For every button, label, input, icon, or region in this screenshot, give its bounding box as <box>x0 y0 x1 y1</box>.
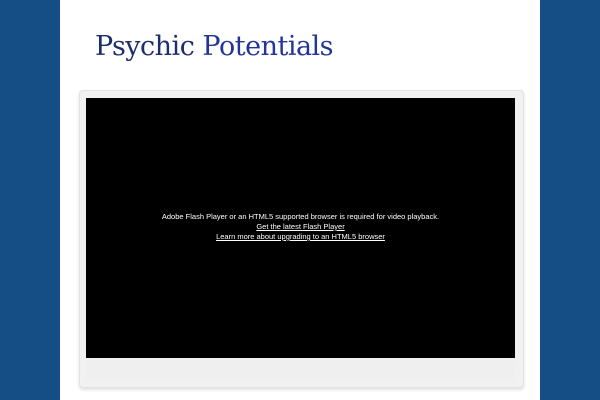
site-logo[interactable]: Psychic Potentials <box>95 29 334 65</box>
html5-browser-link[interactable]: Learn more about upgrading to an HTML5 b… <box>86 232 515 242</box>
player-requirement-text: Adobe Flash Player or an HTML5 supported… <box>161 212 440 221</box>
page-container: Psychic Potentials Adobe Flash Player or… <box>60 0 540 400</box>
site-header: Psychic Potentials <box>60 0 540 75</box>
video-frame-footer <box>86 361 515 381</box>
flash-player-link[interactable]: Get the latest Flash Player <box>86 222 515 232</box>
main-content: Adobe Flash Player or an HTML5 supported… <box>60 74 540 400</box>
site-title-word-1: Psychic <box>95 31 195 62</box>
video-frame: Adobe Flash Player or an HTML5 supported… <box>79 90 524 388</box>
video-player[interactable]: Adobe Flash Player or an HTML5 supported… <box>86 98 515 358</box>
site-title-word-2: Potentials <box>202 31 334 62</box>
player-fallback-message: Adobe Flash Player or an HTML5 supported… <box>86 212 515 242</box>
